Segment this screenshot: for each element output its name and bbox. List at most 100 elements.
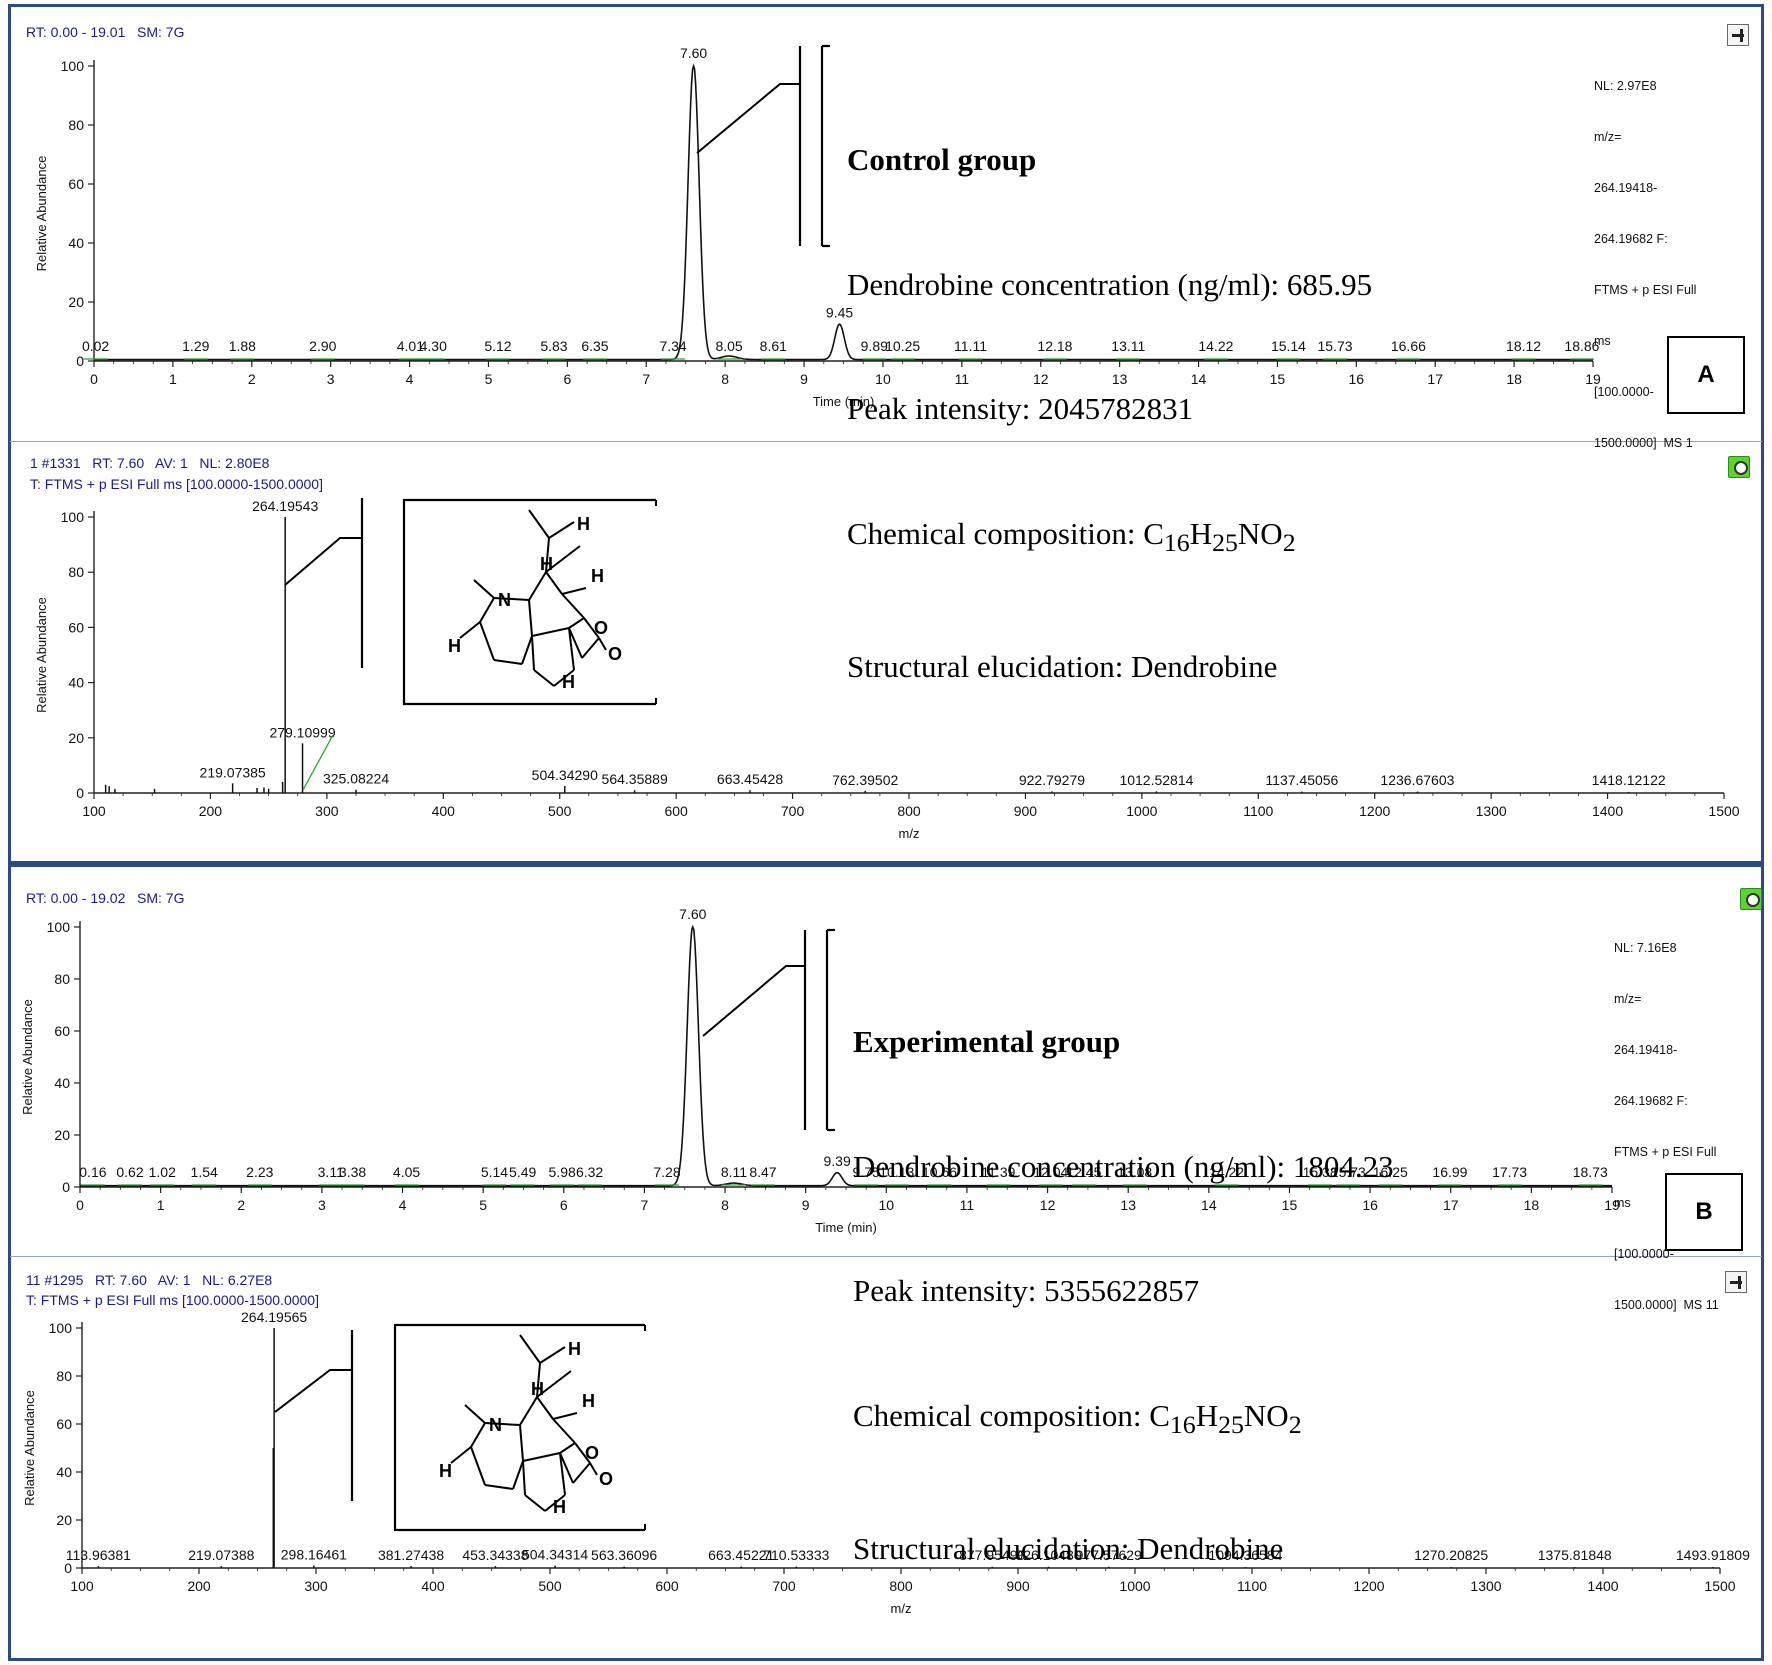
formula-element: H (1189, 515, 1213, 551)
y-tick-label: 80 (68, 564, 84, 580)
structure-bond (459, 621, 481, 639)
x-tick-label: 200 (199, 803, 223, 819)
structure-atom: H (540, 554, 553, 574)
peak-label: 4.30 (420, 338, 447, 354)
structure-bond (581, 637, 600, 659)
peak-label: 381.27438 (378, 1547, 444, 1563)
x-tick-label: 3 (318, 1197, 326, 1213)
x-tick-label: 18 (1524, 1197, 1540, 1213)
structure-bond (528, 509, 550, 539)
structure-atom: O (608, 644, 622, 664)
x-tick-label: 800 (897, 803, 921, 819)
x-tick-label: 17 (1443, 1197, 1459, 1213)
formula-prefix: Chemical composition: (847, 515, 1144, 551)
y-tick-label: 40 (54, 1075, 70, 1091)
formula-prefix: Chemical composition: (853, 1397, 1150, 1433)
formula-subscript: 16 (1163, 527, 1190, 557)
peak-label: 18.73 (1573, 1164, 1608, 1180)
structure-bond (559, 1442, 576, 1454)
formula-subscript: 25 (1212, 527, 1238, 557)
peak-label: 5.14 (481, 1164, 508, 1180)
structure-atom: O (594, 618, 608, 638)
y-tick-label: 40 (68, 235, 84, 251)
formula-element: NO (1237, 515, 1283, 551)
y-tick-label: 80 (68, 117, 84, 133)
structure-bond (561, 593, 585, 619)
peak-label: 17.73 (1492, 1164, 1527, 1180)
x-tick-label: 400 (432, 803, 456, 819)
x-tick-label: 9 (802, 1197, 810, 1213)
structure-bond (450, 1446, 472, 1464)
formula-element: C (1143, 515, 1164, 551)
x-tick-label: 19 (1604, 1197, 1620, 1213)
structure-atom: H (562, 672, 575, 692)
x-tick-label: 0 (90, 371, 98, 387)
info-box-experimental: Experimental group Dendrobine concentrat… (853, 938, 1394, 1611)
info-box-control: Control group Dendrobine concentration (… (847, 56, 1372, 729)
info-line: Structural elucidation: Dendrobine (847, 649, 1278, 685)
structure-bond (522, 1452, 561, 1462)
x-tick-label: 0 (76, 1197, 84, 1213)
x-tick-label: 300 (304, 1578, 328, 1594)
dendrobine-structure: N H H H OO H H (439, 1334, 613, 1517)
x-tick-label: 2 (237, 1197, 245, 1213)
structure-atom: N (498, 590, 511, 610)
y-tick-label: 80 (56, 1368, 72, 1384)
peak-label: 4.05 (393, 1164, 420, 1180)
x-tick-label: 5 (479, 1197, 487, 1213)
peak-label: 504.34290 (532, 767, 598, 783)
peak-label: 5.12 (484, 338, 511, 354)
peak-label: 1375.81848 (1538, 1547, 1612, 1563)
formula-element: C (1149, 1397, 1170, 1433)
y-tick-label: 100 (49, 1320, 73, 1336)
structure-bond (519, 1334, 541, 1364)
peak-label: 264.19543 (252, 498, 318, 514)
formula-subscript: 2 (1282, 527, 1296, 557)
x-tick-label: 4 (406, 371, 414, 387)
x-tick-label: 1400 (1587, 1578, 1618, 1594)
info-line: Dendrobine concentration (ng/ml): 685.95 (847, 266, 1373, 302)
structure-bond (548, 521, 575, 539)
y-tick-label: 0 (76, 785, 84, 801)
x-tick-label: 700 (781, 803, 805, 819)
structure-atom: H (568, 1339, 581, 1359)
peak-label: 564.35889 (602, 771, 668, 787)
peak-label: 0.16 (79, 1164, 106, 1180)
x-tick-label: 700 (772, 1578, 796, 1594)
peak-label: 762.39502 (832, 772, 898, 788)
x-tick-label: 17 (1427, 371, 1443, 387)
structure-bond (479, 597, 495, 623)
x-tick-label: 19 (1585, 371, 1601, 387)
peak-label: 5.83 (540, 338, 567, 354)
peak-label: 298.16461 (281, 1547, 347, 1563)
structure-atom: H (582, 1391, 595, 1411)
info-line-formula: Chemical composition: C16H25NO2 (847, 513, 1372, 564)
structure-bond (552, 1418, 576, 1444)
structure-bond (528, 599, 533, 637)
structure-bond (473, 579, 495, 599)
peak-label: 7.60 (679, 906, 706, 922)
structure-atom: H (591, 566, 604, 586)
structure-atom: H (531, 1379, 544, 1399)
y-tick-label: 20 (56, 1512, 72, 1528)
structure-bond (533, 669, 555, 687)
info-line-formula: Chemical composition: C16H25NO2 (853, 1395, 1394, 1446)
peak-label: 6.35 (581, 338, 608, 354)
x-tick-label: 1 (169, 371, 177, 387)
x-tick-label: 18 (1506, 371, 1522, 387)
peak-label: 1236.67603 (1380, 772, 1454, 788)
peak-label: 0.62 (116, 1164, 143, 1180)
formula-element: NO (1243, 1397, 1289, 1433)
formula-subscript: 2 (1288, 1409, 1302, 1439)
structure-bond (572, 1462, 591, 1484)
peak-label: 7.34 (659, 338, 686, 354)
peak-label: 18.12 (1506, 338, 1541, 354)
y-axis-label: Relative Abundance (34, 597, 49, 713)
structure-bond (470, 1422, 486, 1448)
formula-subscript: 25 (1218, 1409, 1244, 1439)
y-tick-label: 20 (68, 294, 84, 310)
x-tick-label: 5 (485, 371, 493, 387)
x-tick-label: 300 (315, 803, 339, 819)
peak-label: 5.49 (509, 1164, 536, 1180)
structure-atom: H (439, 1461, 452, 1481)
